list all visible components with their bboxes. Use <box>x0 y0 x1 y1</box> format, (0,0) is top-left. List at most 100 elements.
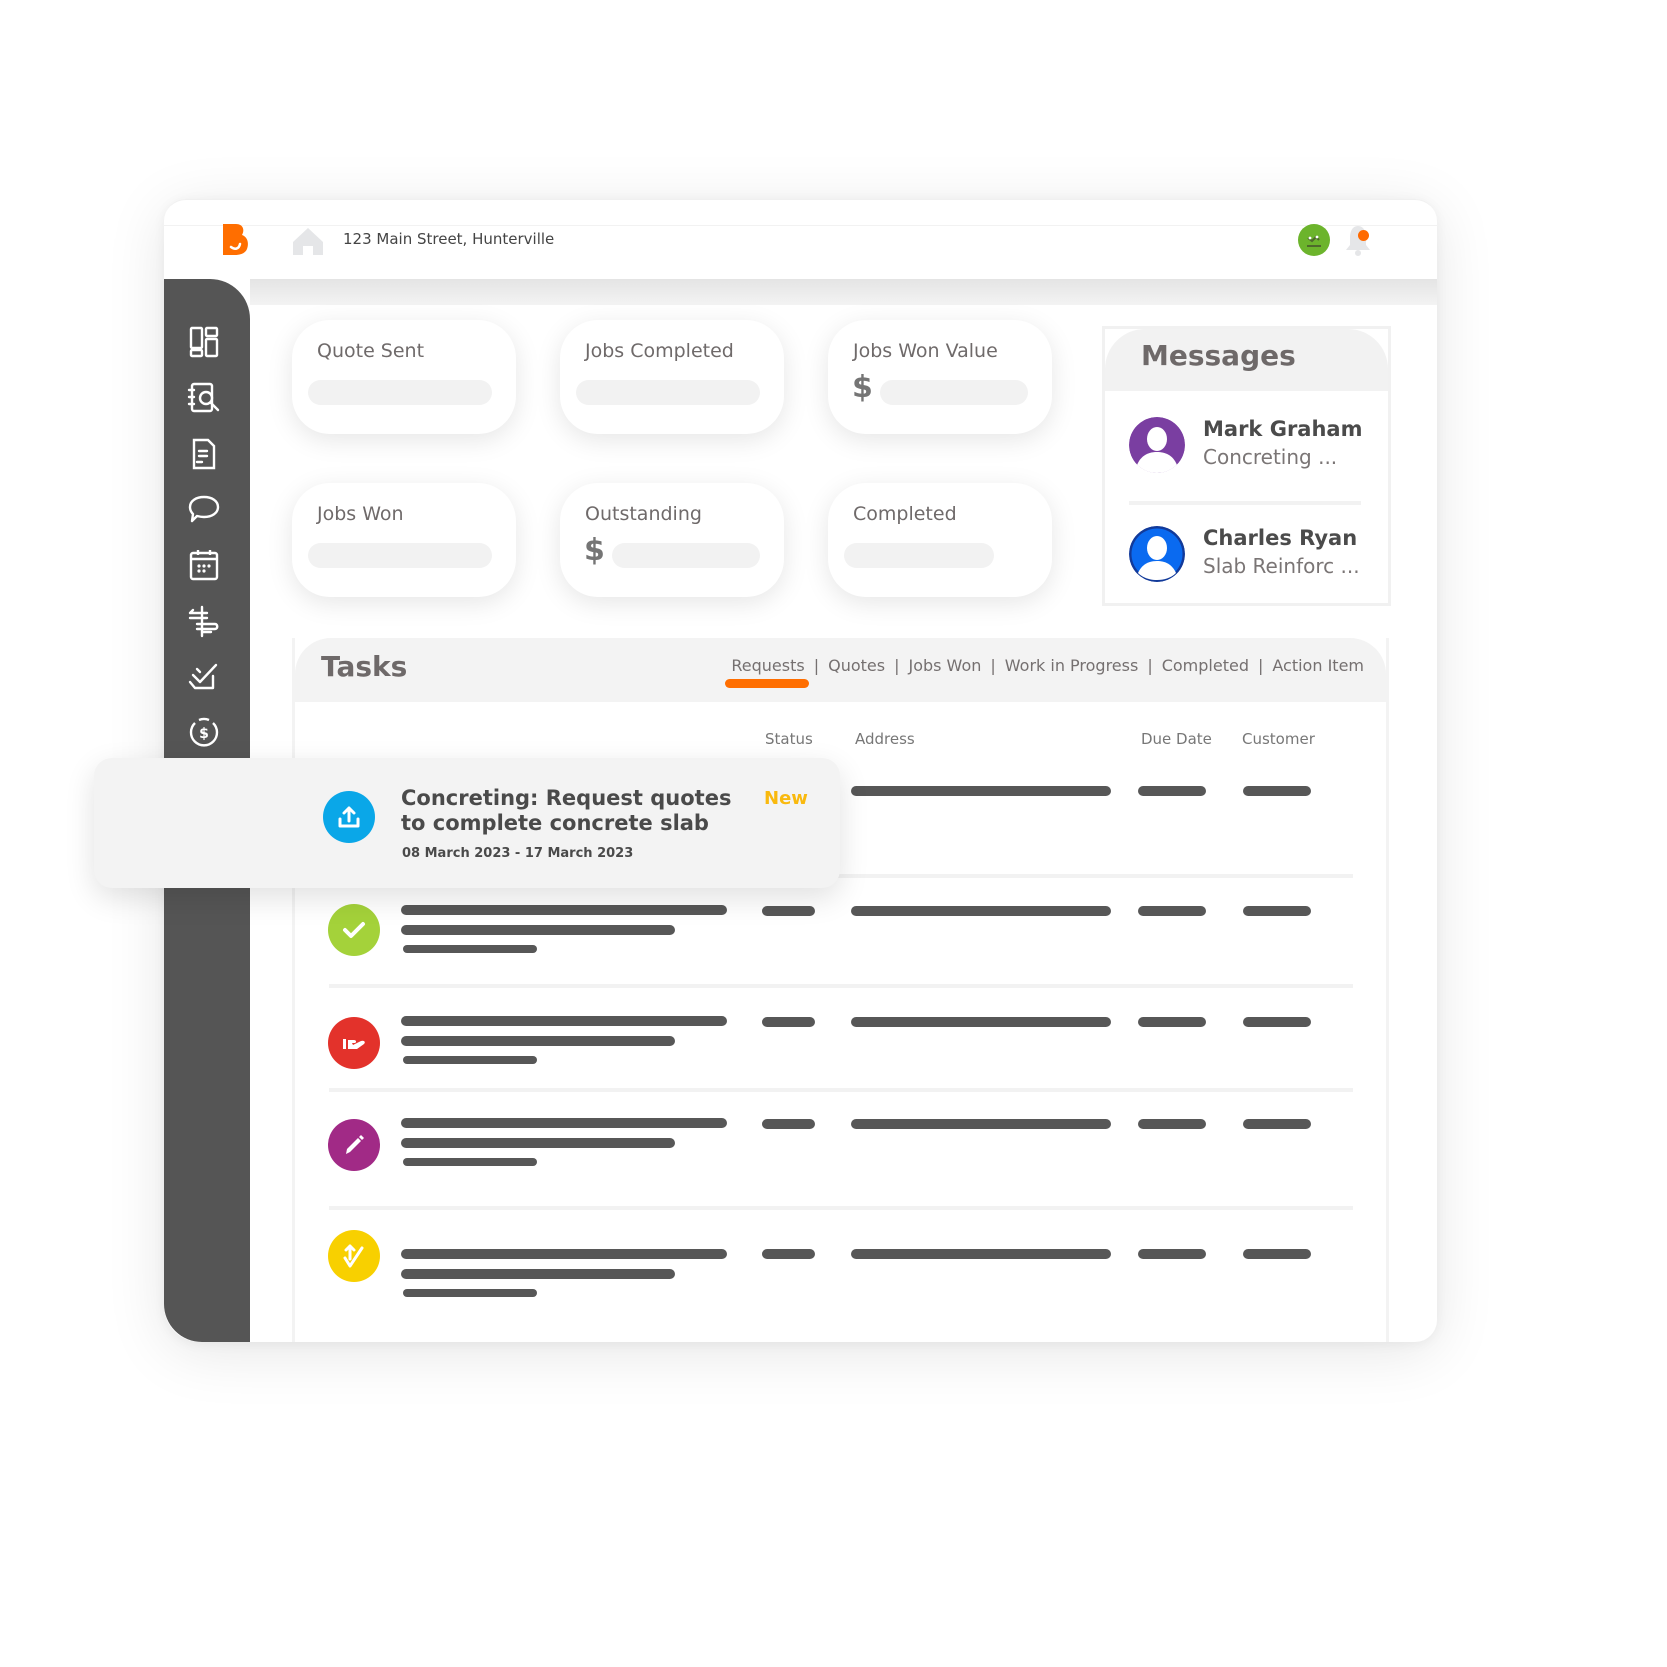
tasks-tabs: Requests | Quotes | Jobs Won | Work in P… <box>725 656 1364 688</box>
tab-separator: | <box>894 656 900 675</box>
column-header-customer[interactable]: Customer <box>1242 730 1315 748</box>
customer-placeholder <box>1243 1119 1311 1129</box>
subtitle-placeholder <box>401 925 675 935</box>
messages-panel: Messages Mark Graham Concreting ... Char… <box>1102 326 1391 606</box>
sidebar-item-finance[interactable]: $ <box>186 714 222 750</box>
sidebar-item-tasks[interactable] <box>186 659 222 695</box>
top-bar: 123 Main Street, Hunterville <box>164 199 1437 279</box>
signpost-icon <box>188 605 219 638</box>
status-placeholder <box>762 1249 815 1259</box>
date-placeholder <box>403 1289 537 1297</box>
tab-action-item[interactable]: Action Item <box>1272 656 1364 675</box>
request-date-range: 08 March 2023 - 17 March 2023 <box>402 846 634 861</box>
stat-value-placeholder <box>844 543 994 568</box>
dollar-icon: $ <box>584 533 605 568</box>
tab-jobs-won[interactable]: Jobs Won <box>908 656 981 675</box>
status-placeholder <box>762 906 815 916</box>
stat-card-jobs-completed[interactable]: Jobs Completed <box>560 320 784 434</box>
due-date-placeholder <box>1138 906 1206 916</box>
address-placeholder <box>851 906 1111 916</box>
tab-work-in-progress[interactable]: Work in Progress <box>1005 656 1139 675</box>
due-date-placeholder <box>1138 786 1206 796</box>
stat-card-completed[interactable]: Completed <box>828 483 1052 597</box>
title-placeholder <box>401 1249 727 1259</box>
address-placeholder <box>851 1249 1111 1259</box>
stat-value-placeholder <box>576 380 760 405</box>
tab-completed[interactable]: Completed <box>1162 656 1249 675</box>
status-placeholder <box>762 1119 815 1129</box>
tasks-header: Tasks Requests | Quotes | Jobs Won | Wor… <box>295 638 1386 702</box>
tab-separator: | <box>1257 656 1264 675</box>
stat-value-placeholder <box>308 380 492 405</box>
title-placeholder <box>401 1016 727 1026</box>
stat-value-placeholder <box>308 543 492 568</box>
pencil-icon <box>346 1135 364 1154</box>
date-placeholder <box>403 1056 537 1064</box>
sidebar-item-messages[interactable] <box>186 491 222 527</box>
column-header-address[interactable]: Address <box>855 730 915 748</box>
title-placeholder <box>401 905 727 915</box>
messages-header: Messages <box>1105 329 1388 391</box>
stat-value-placeholder <box>880 380 1028 405</box>
sidebar-item-calendar[interactable] <box>186 547 222 583</box>
tab-requests[interactable]: Requests <box>725 656 810 688</box>
notification-dot <box>1358 230 1369 241</box>
upload-icon <box>338 806 360 828</box>
tab-separator: | <box>813 656 820 675</box>
status-placeholder <box>762 1017 815 1027</box>
message-item[interactable]: Mark Graham Concreting ... <box>1129 417 1369 477</box>
hardware-avatar[interactable] <box>1298 224 1330 256</box>
date-placeholder <box>403 945 537 953</box>
search-directory-icon <box>187 382 220 413</box>
title-placeholder <box>401 1118 727 1128</box>
request-title: Concreting: Request quotes to complete c… <box>401 786 732 835</box>
column-header-due-date[interactable]: Due Date <box>1141 730 1212 748</box>
address-placeholder <box>851 786 1111 796</box>
date-placeholder <box>403 1158 537 1166</box>
tab-quotes[interactable]: Quotes <box>828 656 885 675</box>
stat-label: Jobs Won <box>317 503 404 525</box>
column-header-status[interactable]: Status <box>765 730 813 748</box>
message-preview: Slab Reinforc ... <box>1203 554 1360 578</box>
tab-separator: | <box>990 656 996 675</box>
message-item[interactable]: Charles Ryan Slab Reinforc ... <box>1129 526 1369 586</box>
message-sender: Mark Graham <box>1203 417 1363 441</box>
stat-value-placeholder <box>612 543 760 568</box>
calendar-icon <box>189 550 219 581</box>
sidebar-item-documents[interactable] <box>186 436 222 472</box>
tasks-panel: Tasks Requests | Quotes | Jobs Won | Wor… <box>292 638 1389 1342</box>
document-icon <box>192 438 216 470</box>
sidebar-item-dashboard[interactable] <box>186 324 222 360</box>
row-status-badge <box>328 1119 380 1171</box>
customer-placeholder <box>1243 1017 1311 1027</box>
request-status: New <box>764 788 808 809</box>
row-status-badge <box>328 1230 380 1282</box>
builder-logo-icon[interactable] <box>221 222 251 256</box>
message-sender: Charles Ryan <box>1203 526 1358 550</box>
highlighted-request-card[interactable]: Concreting: Request quotes to complete c… <box>94 758 840 888</box>
sidebar-item-directory-search[interactable] <box>186 380 222 416</box>
hand-icon <box>343 1039 365 1049</box>
due-date-placeholder <box>1138 1017 1206 1027</box>
row-divider <box>329 984 1353 988</box>
dollar-circle-icon: $ <box>189 717 219 747</box>
stat-card-jobs-won[interactable]: Jobs Won <box>292 483 516 597</box>
divider <box>1129 501 1361 505</box>
customer-placeholder <box>1243 786 1311 796</box>
dollar-icon: $ <box>852 370 873 405</box>
subtitle-placeholder <box>401 1036 675 1046</box>
due-date-placeholder <box>1138 1249 1206 1259</box>
breadcrumb-address: 123 Main Street, Hunterville <box>343 230 555 248</box>
sidebar-item-directions[interactable] <box>186 603 222 639</box>
stat-card-jobs-won-value[interactable]: Jobs Won Value $ <box>828 320 1052 434</box>
stat-card-outstanding[interactable]: Outstanding $ <box>560 483 784 597</box>
bell-icon[interactable] <box>1344 224 1372 256</box>
tasks-title: Tasks <box>321 650 408 683</box>
subtitle-placeholder <box>401 1269 675 1279</box>
home-icon[interactable] <box>291 226 325 256</box>
upload-check-icon <box>343 1244 364 1268</box>
checklist-icon <box>188 663 218 690</box>
stat-label: Jobs Completed <box>585 340 734 362</box>
user-icon <box>1129 417 1185 473</box>
stat-card-quote-sent[interactable]: Quote Sent <box>292 320 516 434</box>
